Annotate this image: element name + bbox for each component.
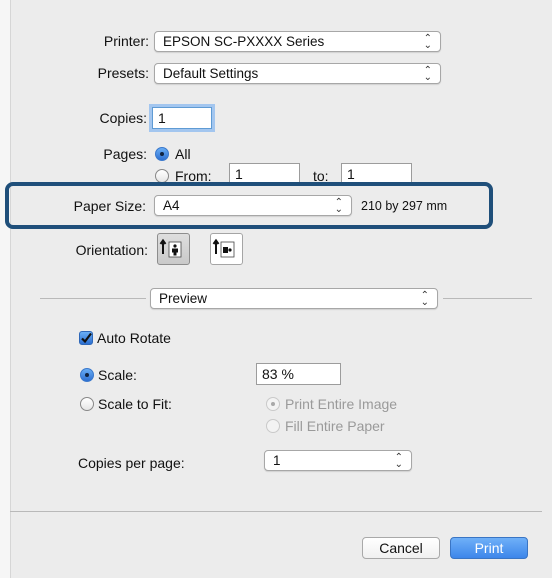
auto-rotate-checkbox[interactable]	[79, 331, 93, 345]
fill-entire-paper-label: Fill Entire Paper	[285, 418, 385, 434]
paper-size-value: A4	[163, 198, 180, 213]
pages-from-radio[interactable]	[155, 169, 169, 183]
paper-size-dimensions: 210 by 297 mm	[361, 199, 448, 213]
fill-entire-paper-radio[interactable]	[266, 419, 280, 433]
paper-size-label: Paper Size:	[73, 198, 146, 214]
copies-per-page-popup[interactable]: 1 ⌃ ⌄	[264, 450, 412, 471]
landscape-button[interactable]	[210, 233, 243, 265]
copies-per-page-label: Copies per page:	[78, 455, 185, 471]
print-entire-image-radio[interactable]	[266, 397, 280, 411]
section-divider-left	[40, 298, 146, 299]
bottom-divider	[10, 511, 542, 512]
copies-field[interactable]: 1	[152, 107, 212, 129]
pages-label: Pages:	[103, 146, 147, 162]
scale-field[interactable]: 83 %	[256, 363, 341, 385]
up-down-chevrons-icon: ⌃ ⌄	[423, 32, 432, 51]
printer-popup[interactable]: EPSON SC-PXXXX Series ⌃ ⌄	[154, 31, 441, 52]
scale-to-fit-radio[interactable]	[80, 397, 94, 411]
cancel-button[interactable]: Cancel	[362, 537, 440, 559]
auto-rotate-label: Auto Rotate	[97, 330, 171, 346]
left-edge	[0, 0, 11, 578]
landscape-orientation-icon	[212, 238, 235, 258]
scale-radio[interactable]	[80, 368, 94, 382]
presets-popup[interactable]: Default Settings ⌃ ⌄	[154, 63, 441, 84]
copies-per-page-value: 1	[273, 453, 281, 468]
paper-size-popup[interactable]: A4 ⌃ ⌄	[154, 195, 352, 216]
print-button[interactable]: Print	[450, 537, 528, 559]
portrait-orientation-icon	[159, 238, 182, 258]
checkmark-icon	[81, 332, 92, 344]
pages-all-radio[interactable]	[155, 147, 169, 161]
up-down-chevrons-icon: ⌃ ⌄	[420, 289, 429, 308]
section-popup[interactable]: Preview ⌃ ⌄	[150, 288, 438, 309]
presets-value: Default Settings	[163, 66, 259, 81]
up-down-chevrons-icon: ⌃ ⌄	[334, 196, 343, 215]
orientation-label: Orientation:	[75, 242, 148, 258]
portrait-button[interactable]	[157, 233, 190, 265]
printer-value: EPSON SC-PXXXX Series	[163, 34, 325, 49]
presets-label: Presets:	[97, 65, 149, 81]
section-popup-value: Preview	[159, 291, 208, 306]
printer-label: Printer:	[103, 33, 149, 49]
up-down-chevrons-icon: ⌃ ⌄	[423, 64, 432, 83]
pages-all-label: All	[175, 146, 191, 162]
up-down-chevrons-icon: ⌃ ⌄	[394, 451, 403, 470]
section-divider-right	[443, 298, 532, 299]
print-entire-image-label: Print Entire Image	[285, 396, 398, 412]
copies-label: Copies:	[99, 110, 147, 126]
scale-label: Scale:	[98, 367, 137, 383]
scale-to-fit-label: Scale to Fit:	[98, 396, 172, 412]
